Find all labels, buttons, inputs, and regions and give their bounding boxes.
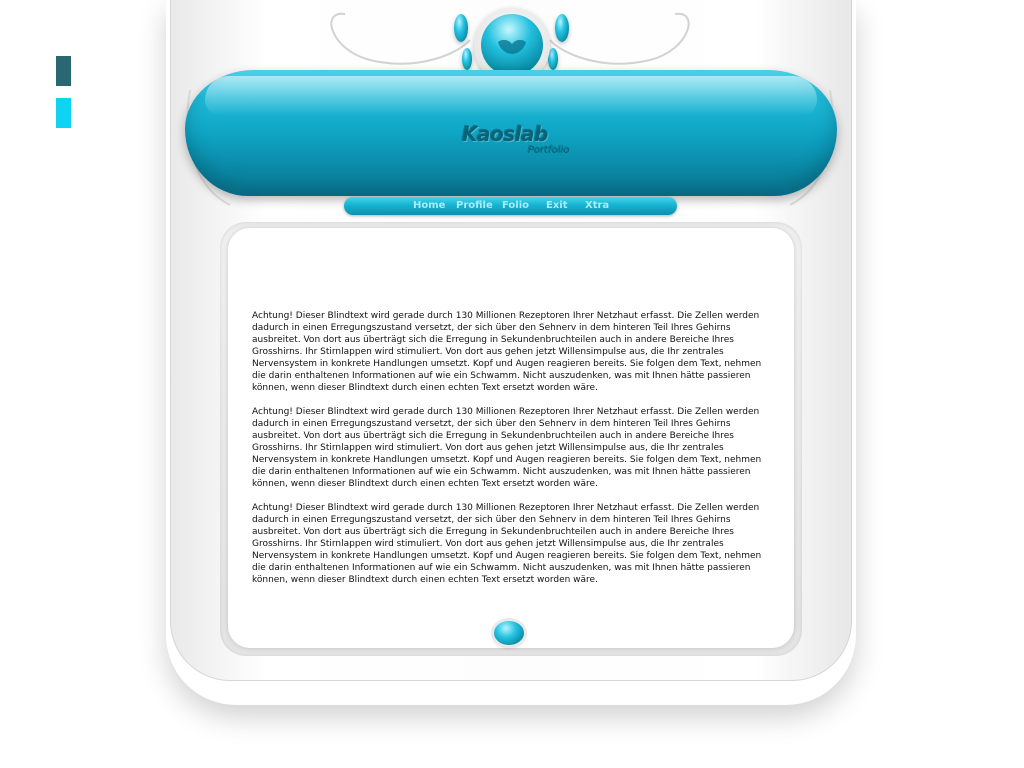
content-paragraph: Achtung! Dieser Blindtext wird gerade du… (252, 407, 762, 489)
nav-link-xtra[interactable]: Xtra (585, 199, 609, 213)
nav-link-home[interactable]: Home (413, 199, 445, 213)
content-paragraph: Achtung! Dieser Blindtext wird gerade du… (252, 503, 762, 585)
content-text: Achtung! Dieser Blindtext wird gerade du… (252, 310, 774, 598)
color-swatch-dark (56, 56, 71, 86)
site-tagline: Portfolio (528, 145, 570, 156)
pod-icon (555, 14, 569, 42)
nav-link-folio[interactable]: Folio (502, 199, 529, 213)
nav-link-exit[interactable]: Exit (546, 199, 568, 213)
content-paragraph: Achtung! Dieser Blindtext wird gerade du… (252, 311, 762, 393)
banner-gloss (205, 76, 817, 116)
site-logo: Kaoslab (462, 122, 548, 146)
pod-icon (454, 14, 468, 42)
color-swatch-cyan (56, 98, 71, 128)
bottom-pod-icon (494, 621, 524, 645)
content-panel: Achtung! Dieser Blindtext wird gerade du… (228, 228, 794, 648)
orb-face-icon (498, 39, 526, 54)
nav-link-profile[interactable]: Profile (456, 199, 493, 213)
pod-icon (462, 48, 472, 70)
